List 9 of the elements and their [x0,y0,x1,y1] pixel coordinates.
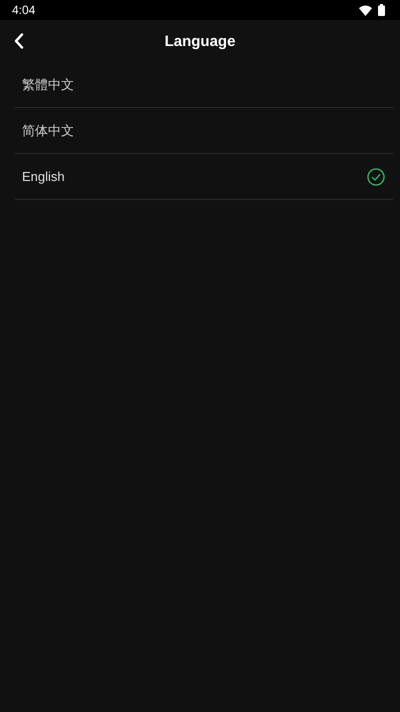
language-item[interactable]: English [15,154,393,200]
check-icon [367,168,385,186]
language-item[interactable]: 繁體中文 [15,62,393,108]
page-title: Language [164,32,236,50]
battery-icon [378,4,385,16]
status-time: 4:04 [12,3,36,17]
language-item[interactable]: 简体中文 [15,108,393,154]
wifi-icon [359,4,372,16]
back-button[interactable] [12,32,26,50]
